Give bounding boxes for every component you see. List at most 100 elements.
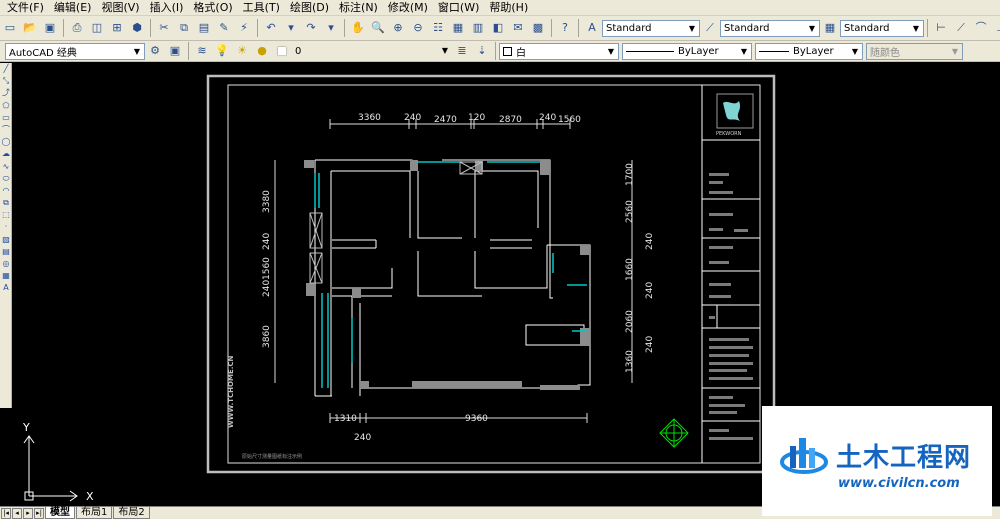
revision-cloud-icon[interactable]: ☁ (0, 148, 12, 160)
dim-right-label: 240 (645, 336, 655, 353)
block-editor-icon[interactable]: ⚡ (236, 20, 252, 36)
dim-top-label: 3360 (358, 113, 381, 123)
dim-style-icon: ⟋ (706, 21, 714, 34)
dim-linear-icon[interactable]: ⊢ (933, 20, 949, 36)
zoom-previous-icon[interactable]: ⊖ (410, 20, 426, 36)
polyline-icon[interactable]: ⤴ (0, 87, 12, 99)
layer-manager-icon[interactable]: ≋ (194, 43, 210, 59)
redo-icon[interactable]: ↷ (303, 20, 319, 36)
markup-icon[interactable]: ✉ (510, 20, 526, 36)
lineweight-select[interactable]: ByLayer ▼ (755, 42, 863, 60)
ucs-y-label: Y (22, 421, 30, 434)
color-swatch (503, 46, 512, 56)
table-icon[interactable]: ▦ (0, 270, 12, 282)
tab-model[interactable]: 模型 (45, 507, 75, 519)
gradient-icon[interactable]: ▤ (0, 246, 12, 258)
linetype-select[interactable]: ByLayer ▼ (622, 42, 752, 60)
menu-item[interactable]: 编辑(E) (49, 0, 97, 16)
paste-icon[interactable]: ▤ (196, 20, 212, 36)
layer-previous-icon[interactable]: ⇣ (474, 43, 490, 59)
menu-item[interactable]: 帮助(H) (484, 0, 533, 16)
layer-select[interactable]: 0 ▼ (292, 43, 452, 60)
workspace-settings-icon[interactable]: ⚙ (147, 43, 163, 59)
undo-icon[interactable]: ↶ (263, 20, 279, 36)
title-logo-figure (723, 101, 741, 121)
tab-layout1[interactable]: 布局1 (76, 507, 113, 519)
menu-item[interactable]: 视图(V) (96, 0, 144, 16)
new-icon[interactable]: ▭ (2, 20, 18, 36)
ucs-icon (23, 435, 78, 502)
pan-icon[interactable]: ✋ (350, 20, 366, 36)
redo-dropdown-icon[interactable]: ▾ (323, 20, 339, 36)
sheet-outer-border (206, 74, 776, 474)
plot-style-select: 随颜色 ▼ (866, 42, 963, 60)
color-select[interactable]: 白 ▼ (499, 42, 619, 60)
zoom-realtime-icon[interactable]: 🔍 (370, 20, 386, 36)
door-symbols (309, 161, 483, 284)
design-center-icon[interactable]: ▦ (450, 20, 466, 36)
arc-icon[interactable]: ⌒ (0, 124, 12, 136)
properties-icon[interactable]: ☷ (430, 20, 446, 36)
menu-item[interactable]: 窗口(W) (433, 0, 484, 16)
region-icon[interactable]: ◎ (0, 258, 12, 270)
line-icon[interactable]: ╱ (0, 63, 12, 75)
prev-tab-button[interactable]: ◂ (12, 507, 22, 519)
dim-top-label: 2470 (434, 115, 457, 125)
undo-dropdown-icon[interactable]: ▾ (283, 20, 299, 36)
save-icon[interactable]: ▣ (42, 20, 58, 36)
make-current-layer-icon[interactable]: ≣ (454, 43, 470, 59)
floor-plan-walls (314, 159, 591, 397)
calculator-icon[interactable]: ▩ (530, 20, 546, 36)
copy-icon[interactable]: ⧉ (176, 20, 192, 36)
ellipse-icon[interactable]: ⬭ (0, 173, 12, 185)
mtext-icon[interactable]: A (0, 282, 12, 294)
last-tab-button[interactable]: ▸| (34, 507, 44, 519)
preview-icon[interactable]: ◫ (89, 20, 105, 36)
menu-item[interactable]: 格式(O) (188, 0, 237, 16)
menu-item[interactable]: 插入(I) (145, 0, 189, 16)
layer-on-icon: 💡 (215, 44, 229, 57)
my-workspace-icon[interactable]: ▣ (167, 43, 183, 59)
dim-right-label: 240 (645, 233, 655, 250)
workspace-select[interactable]: AutoCAD 经典 ▼ (5, 42, 145, 60)
zoom-window-icon[interactable]: ⊕ (390, 20, 406, 36)
dim-style-select[interactable]: Standard ▼ (720, 19, 820, 37)
menu-item[interactable]: 修改(M) (383, 0, 433, 16)
tab-layout2[interactable]: 布局2 (113, 507, 150, 519)
menu-bar: 文件(F) 编辑(E) 视图(V) 插入(I) 格式(O) 工具(T) 绘图(D) 标注(N)… (0, 0, 1000, 16)
help-icon[interactable]: ? (557, 20, 573, 36)
tool-palettes-icon[interactable]: ▥ (470, 20, 486, 36)
match-properties-icon[interactable]: ✎ (216, 20, 232, 36)
layer-lock-icon: ● (257, 44, 267, 57)
north-arrow-icon (659, 418, 689, 448)
spline-icon[interactable]: ∿ (0, 161, 12, 173)
point-icon[interactable]: · (0, 221, 12, 233)
insert-block-icon[interactable]: ⧉ (0, 197, 12, 209)
text-style-select[interactable]: Standard ▼ (602, 19, 700, 37)
circle-icon[interactable]: ◯ (0, 136, 12, 148)
polygon-icon[interactable]: ⬠ (0, 100, 12, 112)
open-icon[interactable]: 📂 (22, 20, 38, 36)
print-icon[interactable]: ⎙ (69, 20, 85, 36)
hatch-icon[interactable]: ▨ (0, 234, 12, 246)
menu-item[interactable]: 工具(T) (238, 0, 285, 16)
make-block-icon[interactable]: ⬚ (0, 209, 12, 221)
standard-toolbar: ▭ 📂 ▣ ⎙ ◫ ⊞ ⬢ ✂ ⧉ ▤ ✎ ⚡ ↶ ▾ ↷ ▾ ✋ 🔍 ⊕ ⊖ … (0, 16, 1000, 41)
dim-arc-icon[interactable]: ⌒ (973, 20, 989, 36)
3d-dwf-icon[interactable]: ⬢ (129, 20, 145, 36)
dim-ordinate-icon[interactable]: ⊥ (993, 20, 1000, 36)
sheet-set-icon[interactable]: ◧ (490, 20, 506, 36)
next-tab-button[interactable]: ▸ (23, 507, 33, 519)
ellipse-arc-icon[interactable]: ◠ (0, 185, 12, 197)
menu-item[interactable]: 标注(N) (334, 0, 383, 16)
menu-item[interactable]: 绘图(D) (285, 0, 334, 16)
construction-line-icon[interactable]: ⤡ (0, 75, 12, 87)
dim-aligned-icon[interactable]: ⟋ (953, 20, 969, 36)
menu-item[interactable]: 文件(F) (2, 0, 49, 16)
table-style-select[interactable]: Standard ▼ (840, 19, 924, 37)
first-tab-button[interactable]: |◂ (1, 507, 11, 519)
cut-icon[interactable]: ✂ (156, 20, 172, 36)
publish-icon[interactable]: ⊞ (109, 20, 125, 36)
dim-right-label: 1660 (625, 258, 635, 281)
rectangle-icon[interactable]: ▭ (0, 112, 12, 124)
